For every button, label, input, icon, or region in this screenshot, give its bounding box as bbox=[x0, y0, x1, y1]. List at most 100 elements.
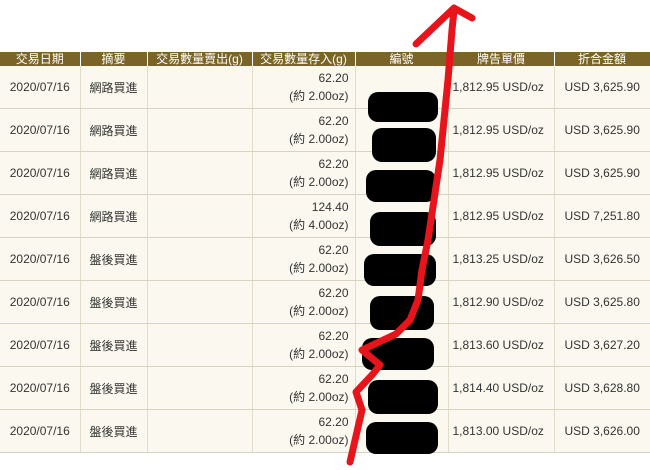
ref-cell bbox=[355, 66, 449, 109]
date-cell: 2020/07/16 bbox=[0, 151, 81, 195]
amount-cell: USD 7,251.80 bbox=[554, 194, 650, 238]
qty-in-cell: 62.20 (約 2.00oz) bbox=[252, 66, 356, 109]
qty-out-cell bbox=[147, 409, 253, 453]
qty-ounces: (約 4.00oz) bbox=[289, 218, 349, 232]
qty-grams: 124.40 bbox=[311, 200, 349, 214]
summary-cell: 網路買進 bbox=[80, 108, 148, 152]
qty-in-cell: 62.20 (約 2.00oz) bbox=[252, 108, 356, 152]
price-cell: 1,813.60 USD/oz bbox=[448, 323, 555, 367]
col-header-summary[interactable]: 摘要 bbox=[80, 52, 148, 66]
summary-cell: 網路買進 bbox=[80, 194, 148, 238]
date-cell: 2020/07/16 bbox=[0, 409, 81, 453]
qty-ounces: (約 2.00oz) bbox=[289, 304, 349, 318]
col-header-ref[interactable]: 編號 bbox=[355, 52, 449, 66]
ref-cell bbox=[355, 237, 449, 281]
price-cell: 1,812.95 USD/oz bbox=[448, 108, 555, 152]
price-cell: 1,812.95 USD/oz bbox=[448, 194, 555, 238]
qty-ounces: (約 2.00oz) bbox=[289, 347, 349, 361]
qty-out-cell bbox=[147, 108, 253, 152]
col-header-qty-out[interactable]: 交易數量賣出(g) bbox=[147, 52, 253, 66]
table-header: 交易日期 摘要 交易數量賣出(g) 交易數量存入(g) 編號 牌告單價 折合金額 bbox=[0, 52, 650, 66]
price-cell: 1,813.25 USD/oz bbox=[448, 237, 555, 281]
qty-in-cell: 62.20 (約 2.00oz) bbox=[252, 151, 356, 195]
screenshot: 交易日期 摘要 交易數量賣出(g) 交易數量存入(g) 編號 牌告單價 折合金額… bbox=[0, 0, 650, 470]
date-cell: 2020/07/16 bbox=[0, 66, 81, 109]
ref-cell bbox=[355, 151, 449, 195]
summary-cell: 網路買進 bbox=[80, 151, 148, 195]
summary-cell: 盤後買進 bbox=[80, 409, 148, 453]
ref-cell bbox=[355, 108, 449, 152]
table-body: 2020/07/16 網路買進 62.20 (約 2.00oz) 1,812.95 US… bbox=[0, 66, 650, 453]
table-row[interactable]: 2020/07/16 網路買進 62.20 (約 2.00oz) 1,812.95 US… bbox=[0, 66, 650, 109]
ref-cell bbox=[355, 323, 449, 367]
qty-out-cell bbox=[147, 280, 253, 324]
qty-grams: 62.20 bbox=[318, 114, 349, 128]
qty-in-cell: 62.20 (約 2.00oz) bbox=[252, 280, 356, 324]
ref-cell bbox=[355, 366, 449, 410]
qty-out-cell bbox=[147, 151, 253, 195]
price-cell: 1,813.00 USD/oz bbox=[448, 409, 555, 453]
table-row[interactable]: 2020/07/16 盤後買進 62.20 (約 2.00oz) 1,814.40 US… bbox=[0, 366, 650, 410]
header-row: 交易日期 摘要 交易數量賣出(g) 交易數量存入(g) 編號 牌告單價 折合金額 bbox=[0, 52, 650, 66]
price-cell: 1,812.95 USD/oz bbox=[448, 151, 555, 195]
qty-ounces: (約 2.00oz) bbox=[289, 433, 349, 447]
amount-cell: USD 3,626.00 bbox=[554, 409, 650, 453]
qty-in-cell: 62.20 (約 2.00oz) bbox=[252, 323, 356, 367]
ref-cell bbox=[355, 409, 449, 453]
col-header-amount[interactable]: 折合金額 bbox=[554, 52, 650, 66]
qty-grams: 62.20 bbox=[318, 286, 349, 300]
qty-grams: 62.20 bbox=[318, 329, 349, 343]
table-row[interactable]: 2020/07/16 盤後買進 62.20 (約 2.00oz) 1,813.00 US… bbox=[0, 409, 650, 453]
qty-out-cell bbox=[147, 237, 253, 281]
col-header-date[interactable]: 交易日期 bbox=[0, 52, 81, 66]
qty-grams: 62.20 bbox=[318, 372, 349, 386]
price-cell: 1,812.95 USD/oz bbox=[448, 66, 555, 109]
qty-out-cell bbox=[147, 366, 253, 410]
amount-cell: USD 3,625.90 bbox=[554, 66, 650, 109]
qty-in-cell: 124.40 (約 4.00oz) bbox=[252, 194, 356, 238]
qty-grams: 62.20 bbox=[318, 243, 349, 257]
table-row[interactable]: 2020/07/16 盤後買進 62.20 (約 2.00oz) 1,813.25 US… bbox=[0, 237, 650, 281]
amount-cell: USD 3,625.90 bbox=[554, 108, 650, 152]
date-cell: 2020/07/16 bbox=[0, 280, 81, 324]
summary-cell: 盤後買進 bbox=[80, 237, 148, 281]
col-header-qty-in[interactable]: 交易數量存入(g) bbox=[252, 52, 356, 66]
qty-ounces: (約 2.00oz) bbox=[289, 89, 349, 103]
qty-out-cell bbox=[147, 194, 253, 238]
amount-cell: USD 3,625.90 bbox=[554, 151, 650, 195]
qty-ounces: (約 2.00oz) bbox=[289, 175, 349, 189]
amount-cell: USD 3,627.20 bbox=[554, 323, 650, 367]
qty-ounces: (約 2.00oz) bbox=[289, 261, 349, 275]
qty-out-cell bbox=[147, 323, 253, 367]
summary-cell: 盤後買進 bbox=[80, 366, 148, 410]
date-cell: 2020/07/16 bbox=[0, 323, 81, 367]
table-row[interactable]: 2020/07/16 網路買進 124.40 (約 4.00oz) 1,812.95 U… bbox=[0, 194, 650, 238]
table-row[interactable]: 2020/07/16 網路買進 62.20 (約 2.00oz) 1,812.95 US… bbox=[0, 108, 650, 152]
qty-grams: 62.20 bbox=[318, 71, 349, 85]
ref-cell bbox=[355, 280, 449, 324]
qty-in-cell: 62.20 (約 2.00oz) bbox=[252, 237, 356, 281]
table-row[interactable]: 2020/07/16 盤後買進 62.20 (約 2.00oz) 1,813.60 US… bbox=[0, 323, 650, 367]
table-row[interactable]: 2020/07/16 盤後買進 62.20 (約 2.00oz) 1,812.90 US… bbox=[0, 280, 650, 324]
qty-grams: 62.20 bbox=[318, 415, 349, 429]
summary-cell: 盤後買進 bbox=[80, 323, 148, 367]
amount-cell: USD 3,625.80 bbox=[554, 280, 650, 324]
col-header-price[interactable]: 牌告單價 bbox=[448, 52, 555, 66]
amount-cell: USD 3,626.50 bbox=[554, 237, 650, 281]
amount-cell: USD 3,628.80 bbox=[554, 366, 650, 410]
date-cell: 2020/07/16 bbox=[0, 108, 81, 152]
price-cell: 1,812.90 USD/oz bbox=[448, 280, 555, 324]
qty-grams: 62.20 bbox=[318, 157, 349, 171]
qty-in-cell: 62.20 (約 2.00oz) bbox=[252, 409, 356, 453]
arrow-head bbox=[412, 4, 476, 48]
date-cell: 2020/07/16 bbox=[0, 237, 81, 281]
summary-cell: 網路買進 bbox=[80, 66, 148, 109]
price-cell: 1,814.40 USD/oz bbox=[448, 366, 555, 410]
qty-in-cell: 62.20 (約 2.00oz) bbox=[252, 366, 356, 410]
summary-cell: 盤後買進 bbox=[80, 280, 148, 324]
date-cell: 2020/07/16 bbox=[0, 194, 81, 238]
qty-ounces: (約 2.00oz) bbox=[289, 132, 349, 146]
qty-ounces: (約 2.00oz) bbox=[289, 390, 349, 404]
table-row[interactable]: 2020/07/16 網路買進 62.20 (約 2.00oz) 1,812.95 US… bbox=[0, 151, 650, 195]
transactions-table: 交易日期 摘要 交易數量賣出(g) 交易數量存入(g) 編號 牌告單價 折合金額… bbox=[0, 52, 650, 453]
